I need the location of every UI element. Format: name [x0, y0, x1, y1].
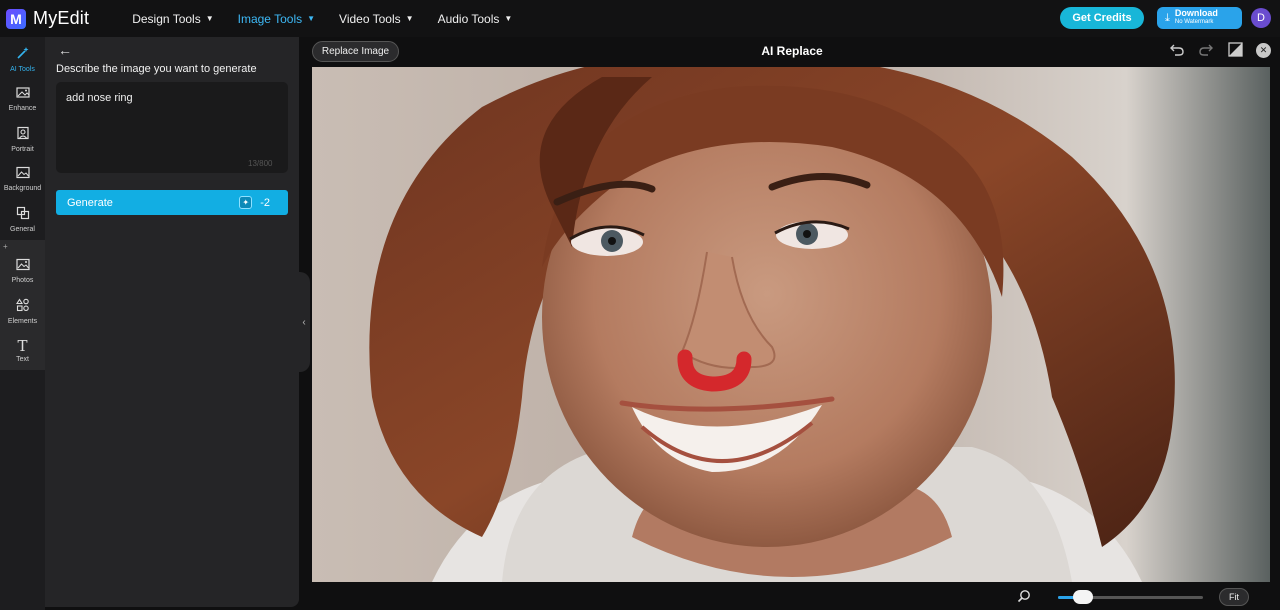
nav-image-tools[interactable]: Image Tools ▼	[238, 12, 315, 26]
sidebar-item-label: Portrait	[11, 145, 34, 153]
generate-button[interactable]: Generate ✦ -2	[56, 190, 288, 215]
ai-replace-panel: ← Describe the image you want to generat…	[45, 37, 299, 607]
enhance-icon	[15, 86, 30, 102]
credit-cost: ✦ -2	[239, 196, 270, 209]
zoom-icon[interactable]	[1017, 589, 1031, 606]
sidebar-item-background[interactable]: Background	[0, 159, 45, 199]
sidebar-item-label: Enhance	[8, 105, 37, 112]
logo[interactable]: M MyEdit	[6, 8, 89, 29]
general-icon	[16, 206, 30, 223]
sidebar-item-label: Elements	[7, 317, 38, 325]
avatar[interactable]: D	[1251, 8, 1271, 28]
nav-design-tools[interactable]: Design Tools ▼	[132, 12, 213, 26]
sidebar-item-portrait[interactable]: Portrait	[0, 119, 45, 159]
close-icon[interactable]: ✕	[1256, 43, 1271, 58]
credit-cost-value: -2	[260, 196, 270, 209]
generate-label: Generate	[67, 196, 113, 209]
panel-title: Describe the image you want to generate	[56, 63, 257, 75]
canvas-title: AI Replace	[761, 44, 823, 58]
fit-button[interactable]: Fit	[1219, 588, 1249, 606]
sidebar-item-ai-tools[interactable]: AI Tools	[0, 39, 45, 79]
sidebar-item-label: General	[10, 225, 35, 233]
undo-icon[interactable]	[1169, 42, 1185, 59]
chevron-down-icon: ▼	[205, 14, 214, 23]
sidebar-item-photos[interactable]: Photos	[0, 251, 45, 291]
nav-audio-tools[interactable]: Audio Tools ▼	[438, 12, 513, 26]
sidebar-item-elements[interactable]: Elements	[0, 291, 45, 331]
main-nav: Design Tools ▼ Image Tools ▼ Video Tools ▼ …	[132, 12, 536, 26]
chevron-down-icon: ▼	[307, 14, 316, 23]
app-name: MyEdit	[33, 8, 90, 28]
magic-wand-icon	[16, 46, 30, 63]
portrait-icon	[16, 126, 30, 143]
collapse-panel-button[interactable]: ‹	[298, 272, 310, 372]
download-icon: ⤓	[1165, 11, 1170, 24]
nav-video-tools[interactable]: Video Tools ▼	[339, 12, 414, 26]
plus-icon: +	[3, 242, 8, 251]
compare-icon[interactable]	[1228, 42, 1243, 60]
sidebar-item-label: Photos	[11, 277, 34, 284]
background-icon	[15, 166, 30, 182]
elements-icon	[15, 297, 30, 315]
top-bar: M MyEdit Design Tools ▼ Image Tools ▼ Vide…	[0, 0, 1280, 37]
get-credits-button[interactable]: Get Credits	[1060, 7, 1144, 29]
download-label: Download	[1174, 8, 1218, 18]
logo-icon: M	[6, 8, 26, 29]
replace-image-button[interactable]: Replace Image	[312, 41, 399, 62]
sidebar-item-text[interactable]: T Text	[0, 331, 45, 371]
sidebar-item-label: Text	[16, 356, 29, 363]
chevron-down-icon: ▼	[504, 14, 513, 23]
zoom-slider-handle[interactable]	[1073, 590, 1093, 604]
character-counter: 13/800	[248, 159, 273, 168]
chevron-left-icon: ‹	[302, 316, 306, 328]
sidebar-item-general[interactable]: General	[0, 199, 45, 239]
download-button[interactable]: ⤓ Download No Watermark	[1157, 7, 1242, 29]
photos-icon	[15, 258, 30, 274]
canvas-image[interactable]	[312, 67, 1270, 582]
sidebar-item-label: Background	[3, 185, 42, 192]
sidebar-item-enhance[interactable]: Enhance	[0, 79, 45, 119]
credit-icon: ✦	[239, 196, 253, 209]
chevron-down-icon: ▼	[405, 14, 414, 23]
sidebar-item-label: AI Tools	[10, 65, 35, 73]
redo-icon[interactable]	[1198, 42, 1214, 59]
tool-sidebar: + AI Tools Enhance Portrait Background G…	[0, 37, 45, 610]
text-icon: T	[17, 337, 28, 355]
back-arrow-icon[interactable]: ←	[58, 42, 72, 58]
download-sublabel: No Watermark	[1174, 19, 1214, 25]
